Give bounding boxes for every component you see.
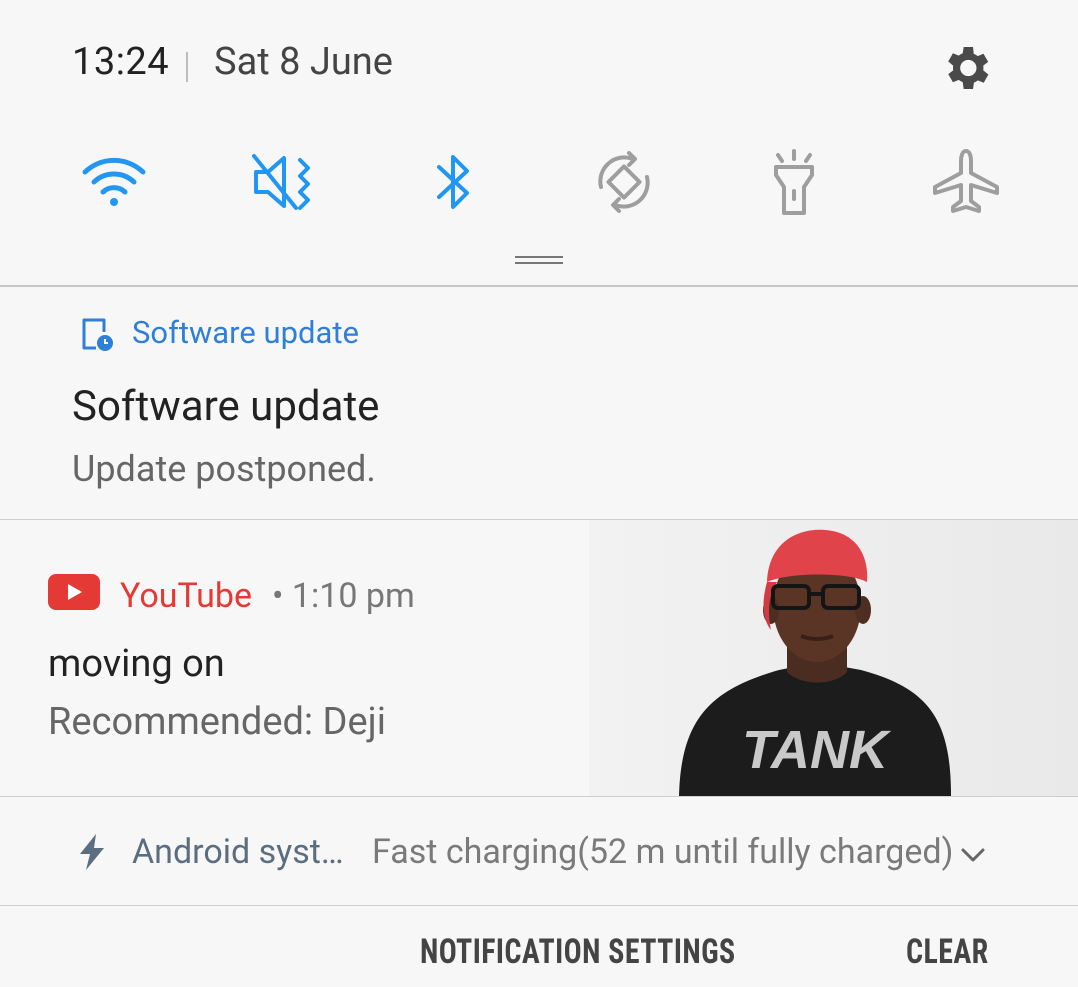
notification-settings-button[interactable]: NOTIFICATION SETTINGS [420,932,736,972]
notification-title: moving on [48,642,225,686]
auto-rotate-icon [598,151,650,213]
settings-gear-icon[interactable] [938,40,994,96]
notification-app-name: Android syst… [132,832,344,872]
notification-text: Update postponed. [72,448,376,490]
chevron-down-icon[interactable] [958,840,988,870]
notification-text: Recommended: Deji [48,700,386,744]
notification-app-name: YouTube [120,576,253,616]
bluetooth-icon [437,155,469,209]
clock: 13:24 [72,40,170,84]
auto-rotate-toggle[interactable] [584,142,664,222]
divider [186,52,188,82]
flashlight-icon [774,149,814,215]
software-update-icon [78,316,114,352]
airplane-mode-toggle[interactable] [926,142,1006,222]
wifi-toggle[interactable] [74,142,154,222]
airplane-mode-icon [933,149,999,213]
youtube-logo-icon [48,574,100,610]
charging-bolt-icon [78,834,106,870]
flashlight-toggle[interactable] [754,142,834,222]
wifi-icon [82,157,146,206]
sound-mode-toggle[interactable] [244,142,324,222]
video-thumbnail[interactable]: TANK [589,520,1078,796]
shirt-print: TANK [742,720,892,780]
bluetooth-toggle[interactable] [414,142,494,222]
date: Sat 8 June [214,40,393,84]
divider [0,905,1078,906]
mute-vibrate-icon [252,154,310,210]
notification-title: Software update [72,382,380,431]
notification-text: Fast charging(52 m until fully charged) [372,832,954,872]
clear-button[interactable]: CLEAR [906,932,989,972]
notification-time: • 1:10 pm [272,576,415,616]
drag-handle[interactable] [515,256,563,264]
notification-app-name: Software update [132,314,359,351]
